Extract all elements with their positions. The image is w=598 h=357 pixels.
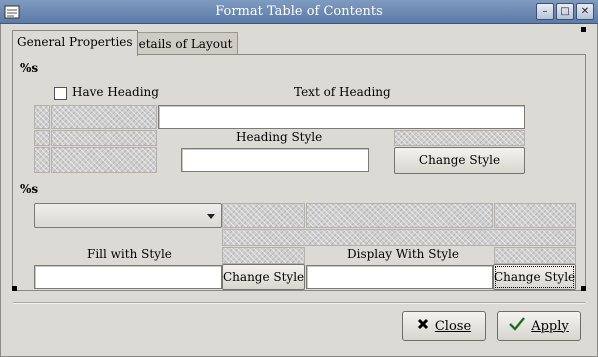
placeholder-cell (222, 203, 305, 228)
have-heading-label: Have Heading (72, 85, 159, 99)
heading-style-label: Heading Style (236, 130, 323, 144)
placeholder-cell (306, 203, 493, 228)
placeholder-cell (34, 147, 50, 173)
have-heading-checkbox[interactable] (54, 87, 67, 100)
placeholder-cell (222, 247, 305, 264)
maximize-button[interactable]: □ (556, 3, 574, 20)
placeholder-cell (34, 105, 50, 129)
corner-marker (581, 27, 586, 32)
tab-general-properties[interactable]: General Properties (12, 30, 138, 56)
display-with-style-label: Display With Style (347, 247, 459, 261)
placeholder-cell (51, 130, 157, 146)
display-with-style-field[interactable] (306, 265, 493, 289)
text-of-heading-label: Text of Heading (294, 85, 391, 99)
heading-change-style-button[interactable]: Change Style (394, 147, 525, 174)
placeholder-cell (494, 203, 576, 228)
checkmark-icon (509, 317, 526, 335)
heading-section-title: %s (20, 61, 39, 75)
close-window-button[interactable]: ✕ (576, 3, 594, 20)
triangle-down-icon[interactable] (206, 210, 216, 225)
fill-with-style-label: Fill with Style (87, 247, 172, 261)
close-button-label: Close (434, 318, 472, 334)
level-section-title: %s (20, 182, 39, 196)
tab-details-of-layout[interactable]: Details of Layout (124, 32, 238, 54)
minimize-button[interactable]: – (536, 3, 554, 20)
placeholder-cell (51, 147, 157, 173)
apply-button-label: Apply (531, 318, 569, 334)
window-title: Format Table of Contents (215, 4, 383, 19)
fill-with-style-field[interactable] (34, 265, 222, 289)
close-button[interactable]: Close (402, 311, 486, 341)
placeholder-cell (222, 229, 576, 246)
display-change-style-button[interactable]: Change Style (493, 264, 576, 290)
close-x-icon (417, 318, 429, 334)
placeholder-cell (51, 105, 157, 129)
corner-marker (581, 286, 586, 291)
text-of-heading-input[interactable] (158, 105, 525, 129)
placeholder-cell (394, 130, 525, 146)
separator (13, 302, 585, 304)
corner-marker (12, 286, 17, 291)
apply-button[interactable]: Apply (497, 311, 581, 341)
level-combo[interactable] (34, 203, 222, 228)
fill-change-style-button[interactable]: Change Style (222, 264, 305, 290)
placeholder-cell (34, 130, 50, 146)
placeholder-cell (494, 247, 576, 264)
heading-style-field[interactable] (181, 148, 369, 172)
